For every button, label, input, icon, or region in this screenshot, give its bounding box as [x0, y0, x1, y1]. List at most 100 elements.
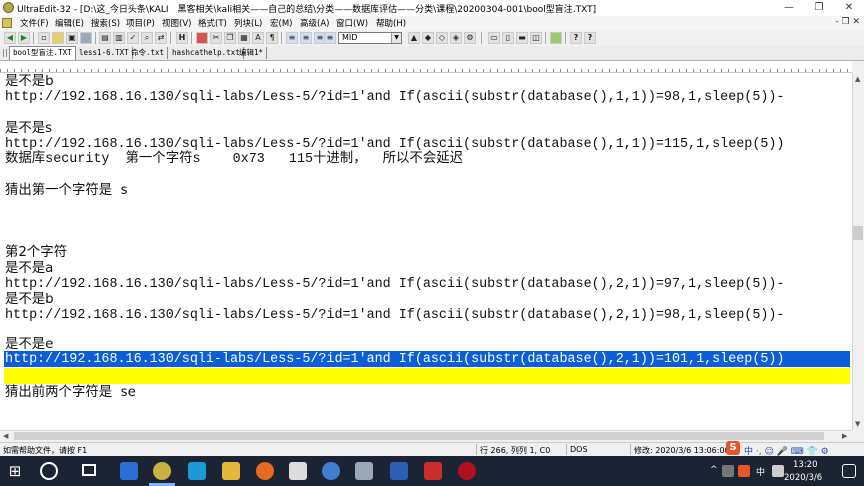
forward-arrow-icon[interactable]: ▶: [18, 32, 30, 44]
function-list-icon[interactable]: ◆: [422, 32, 434, 44]
scroll-left-icon[interactable]: ◀: [3, 432, 8, 440]
copy-icon[interactable]: ❐: [224, 32, 236, 44]
restore-button[interactable]: ❐: [804, 0, 834, 16]
justify-icon[interactable]: ≡: [324, 32, 336, 44]
windows-start-icon[interactable]: ⊞: [6, 462, 24, 480]
editor-line[interactable]: http://192.168.16.130/sqli-labs/Less-5/?…: [5, 90, 784, 106]
save-icon[interactable]: [80, 32, 92, 44]
tab-bool-blind-injection[interactable]: bool型盲注.TXT: [9, 46, 76, 60]
search-icon[interactable]: [40, 462, 58, 480]
wordwrap-icon[interactable]: [196, 32, 208, 44]
editor-line[interactable]: 猜出前两个字符是 se: [5, 385, 136, 401]
vmware-icon[interactable]: [120, 462, 138, 480]
compare-icon[interactable]: ◇: [436, 32, 448, 44]
find-icon[interactable]: ⌕: [141, 32, 153, 44]
menu-column[interactable]: 列块(L): [234, 17, 262, 29]
speaker-icon[interactable]: [772, 465, 784, 477]
text-editor[interactable]: 是不是b http://192.168.16.130/sqli-labs/Les…: [0, 73, 852, 430]
tab-less1-6[interactable]: less1-6.TXT: [76, 47, 133, 59]
notification-center-icon[interactable]: [842, 464, 856, 478]
scroll-down-icon[interactable]: ▼: [855, 420, 860, 428]
notepad-icon[interactable]: [289, 462, 307, 480]
clock-time[interactable]: 13:20: [793, 460, 818, 470]
editor-line[interactable]: 是不是e: [5, 337, 53, 353]
horizontal-scroll-thumb[interactable]: [14, 432, 824, 440]
network-icon[interactable]: [722, 465, 734, 477]
split-window-icon[interactable]: ▭: [488, 32, 500, 44]
menu-search[interactable]: 搜索(S): [91, 17, 120, 29]
editor-line[interactable]: 猜出第一个字符是 s: [5, 183, 128, 199]
case-icon[interactable]: A: [252, 32, 264, 44]
paste-icon[interactable]: ▦: [238, 32, 250, 44]
replace-icon[interactable]: ⇄: [155, 32, 167, 44]
tools-icon[interactable]: ⚙: [464, 32, 476, 44]
scroll-up-icon[interactable]: ▲: [855, 75, 860, 83]
menu-view[interactable]: 视图(V): [162, 17, 191, 29]
scroll-right-icon[interactable]: ▶: [842, 432, 847, 440]
editor-line[interactable]: http://192.168.16.130/sqli-labs/Less-5/?…: [5, 277, 784, 293]
cascade-icon[interactable]: ◫: [530, 32, 542, 44]
open-folder-icon[interactable]: [52, 32, 64, 44]
align-left-icon[interactable]: ≡: [286, 32, 298, 44]
cut-icon[interactable]: ✂: [210, 32, 222, 44]
menu-advanced[interactable]: 高级(A): [300, 17, 329, 29]
editor-line[interactable]: 是不是a: [5, 261, 53, 277]
vertical-scroll-thumb[interactable]: [853, 226, 863, 240]
task-view-icon[interactable]: [82, 464, 96, 476]
tile-vertical-icon[interactable]: ▯: [502, 32, 514, 44]
editor-line[interactable]: 是不是b: [5, 74, 54, 90]
macro-icon[interactable]: ▲: [408, 32, 420, 44]
web-browser-icon[interactable]: [550, 32, 562, 44]
editor-line[interactable]: 数据库security 第一个字符s 0x73 115十进制， 所以不会延迟: [5, 152, 463, 168]
pdf-icon[interactable]: [424, 462, 442, 480]
back-arrow-icon[interactable]: ◀: [4, 32, 16, 44]
mdi-window-controls[interactable]: - ❐ ✕: [835, 17, 860, 27]
font-combo[interactable]: MID ▼: [338, 32, 402, 44]
menu-file[interactable]: 文件(F): [20, 17, 49, 29]
ultraedit-app-icon[interactable]: [3, 2, 14, 13]
format-icon[interactable]: ¶: [266, 32, 278, 44]
menu-macro[interactable]: 宏(M): [270, 17, 292, 29]
remote-desktop-icon[interactable]: [188, 462, 206, 480]
clock-date[interactable]: 2020/3/6: [784, 473, 822, 483]
screen-recorder-icon[interactable]: [458, 462, 476, 480]
spell-check-icon[interactable]: ✓: [127, 32, 139, 44]
vertical-scrollbar[interactable]: [852, 73, 864, 430]
tab-hashcathelp[interactable]: hashcathelp.txt: [169, 47, 244, 59]
hex-mode-icon[interactable]: H: [176, 32, 188, 44]
editor-line[interactable]: 是不是b: [5, 292, 54, 308]
context-help-icon[interactable]: ?: [584, 32, 596, 44]
menu-window[interactable]: 窗口(W): [336, 17, 368, 29]
browser-icon[interactable]: [322, 462, 340, 480]
menu-help[interactable]: 帮助(H): [376, 17, 406, 29]
editor-line[interactable]: http://192.168.16.130/sqli-labs/Less-5/?…: [5, 308, 784, 324]
file-explorer-icon[interactable]: [222, 462, 240, 480]
close-file-icon[interactable]: ▣: [66, 32, 78, 44]
tab-commands[interactable]: 命令.txt: [128, 47, 169, 59]
menu-format[interactable]: 格式(T): [198, 17, 227, 29]
help-icon[interactable]: ?: [570, 32, 582, 44]
sogou-tray-icon[interactable]: [738, 465, 750, 477]
menu-project[interactable]: 项目(P): [126, 17, 155, 29]
ultraedit-taskbar-icon[interactable]: [153, 462, 171, 480]
word-icon[interactable]: [390, 462, 408, 480]
minimize-button[interactable]: —: [774, 0, 804, 16]
editor-line[interactable]: 第2个字符: [5, 245, 67, 261]
tile-horizontal-icon[interactable]: ▬: [516, 32, 528, 44]
editor-line[interactable]: 是不是s: [5, 121, 52, 137]
align-center-icon[interactable]: ≡: [300, 32, 312, 44]
ime-indicator[interactable]: 中: [756, 465, 765, 478]
tray-expand-icon[interactable]: ^: [710, 465, 718, 475]
editor-line-selected[interactable]: http://192.168.16.130/sqli-labs/Less-5/?…: [5, 352, 784, 368]
firefox-icon[interactable]: [256, 462, 274, 480]
print-icon[interactable]: ▤: [99, 32, 111, 44]
ftp-icon[interactable]: ◈: [450, 32, 462, 44]
close-button[interactable]: ✕: [834, 0, 864, 16]
monitor-icon[interactable]: [355, 462, 373, 480]
menu-edit[interactable]: 编辑(E): [55, 17, 84, 29]
new-file-icon[interactable]: ▫: [38, 32, 50, 44]
document-icon[interactable]: [2, 18, 12, 28]
sogou-ime-icon[interactable]: S: [726, 441, 740, 455]
editor-line[interactable]: http://192.168.16.130/sqli-labs/Less-5/?…: [5, 137, 784, 153]
chevron-down-icon[interactable]: ▼: [391, 33, 401, 43]
